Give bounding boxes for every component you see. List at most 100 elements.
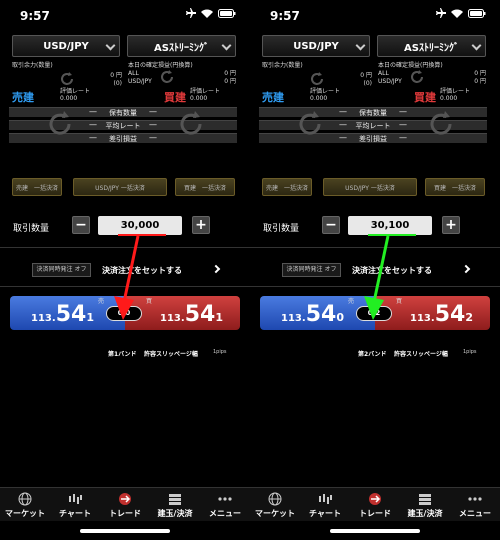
pnl-pair-value: 0 円 xyxy=(474,78,486,85)
dash: — xyxy=(339,107,347,116)
dash: — xyxy=(339,133,347,142)
order-type-dropdown[interactable]: ASｽﾄﾘｰﾐﾝｸﾞ xyxy=(127,35,236,57)
sell-label: 売 xyxy=(348,298,355,305)
chevron-down-icon xyxy=(105,40,116,51)
oco-toggle-button[interactable]: 決済同時発注 オフ xyxy=(282,263,341,277)
band-label: 第1バンド xyxy=(108,351,137,358)
dash: — xyxy=(149,120,157,129)
price-main-figure: 54 xyxy=(184,302,216,327)
currency-pair-value: USD/JPY xyxy=(43,40,89,52)
tab-menu[interactable]: メニュー xyxy=(450,492,500,519)
tab-positions[interactable]: 建玉/決済 xyxy=(400,492,450,519)
candlestick-icon xyxy=(319,494,332,504)
margin-sub-value: (0) xyxy=(113,80,123,87)
quantity-input[interactable]: 30,000 xyxy=(98,216,182,235)
tab-label: トレード xyxy=(109,509,141,518)
sell-bulk-settle-button[interactable]: 売建 一括決済 xyxy=(12,178,62,196)
tab-bar: マーケット チャート トレード 建玉/決済 メニュー xyxy=(250,487,500,521)
sell-eval-rate-value: 0.000 xyxy=(310,95,328,102)
tab-trade[interactable]: トレード xyxy=(100,492,150,519)
slippage-label: 許容スリッページ幅 xyxy=(144,351,198,358)
pair-bulk-settle-button[interactable]: USD/JPY 一括決済 xyxy=(73,178,167,196)
dash: — xyxy=(399,107,407,116)
tab-bar: マーケット チャート トレード 建玉/決済 メニュー xyxy=(0,487,250,521)
battery-icon xyxy=(468,8,486,18)
positions-icon xyxy=(419,494,431,505)
sell-price: 113.541 xyxy=(31,302,94,327)
price-pip-figure: 1 xyxy=(86,311,94,324)
spread-value: 0.2 xyxy=(356,306,392,321)
dash: — xyxy=(149,107,157,116)
pnl-pair-value: 0 円 xyxy=(224,78,236,85)
margin-value: 0 円 xyxy=(110,72,122,79)
divider xyxy=(0,286,250,287)
margin-label: 取引余力(数量) xyxy=(12,62,53,69)
sell-eval-rate-label: 評価レート xyxy=(60,88,91,95)
sell-bulk-settle-button[interactable]: 売建 一括決済 xyxy=(262,178,312,196)
currency-pair-dropdown[interactable]: USD/JPY xyxy=(12,35,120,57)
more-icon xyxy=(218,497,232,501)
divider xyxy=(0,247,250,248)
margin-sub-value: (0) xyxy=(363,80,373,87)
divider xyxy=(250,286,500,287)
more-icon xyxy=(468,497,482,501)
refresh-icon[interactable] xyxy=(310,72,324,86)
quantity-decrement-button[interactable]: − xyxy=(322,216,340,234)
chevron-right-icon[interactable] xyxy=(461,264,471,274)
buy-eval-rate-label: 評価レート xyxy=(190,88,221,95)
order-type-dropdown[interactable]: ASｽﾄﾘｰﾐﾝｸﾞ xyxy=(377,35,486,57)
airplane-icon xyxy=(186,8,196,18)
tab-market[interactable]: マーケット xyxy=(250,492,300,519)
quantity-increment-button[interactable]: + xyxy=(442,216,460,234)
quantity-decrement-button[interactable]: − xyxy=(72,216,90,234)
refresh-icon[interactable] xyxy=(410,70,424,84)
sell-position-title: 売建 xyxy=(12,91,34,104)
set-settlement-order-link[interactable]: 決済注文をセットする xyxy=(352,265,432,276)
refresh-icon[interactable] xyxy=(428,111,454,137)
home-indicator[interactable] xyxy=(80,529,170,533)
buy-eval-rate-value: 0.000 xyxy=(440,95,458,102)
home-indicator[interactable] xyxy=(330,529,420,533)
price-pip-figure: 0 xyxy=(336,311,344,324)
buy-bulk-settle-button[interactable]: 買建 一括決済 xyxy=(175,178,235,196)
refresh-icon[interactable] xyxy=(160,70,174,84)
tab-chart[interactable]: チャート xyxy=(300,492,350,519)
tab-trade[interactable]: トレード xyxy=(350,492,400,519)
dash: — xyxy=(89,120,97,129)
dash: — xyxy=(399,133,407,142)
tab-market[interactable]: マーケット xyxy=(0,492,50,519)
sell-label: 売 xyxy=(98,298,105,305)
tab-chart[interactable]: チャート xyxy=(50,492,100,519)
oco-toggle-button[interactable]: 決済同時発注 オフ xyxy=(32,263,91,277)
status-time: 9:57 xyxy=(20,9,50,23)
refresh-icon[interactable] xyxy=(297,111,323,137)
price-main-figure: 54 xyxy=(55,302,87,327)
tab-label: チャート xyxy=(309,509,341,518)
tab-label: 建玉/決済 xyxy=(157,509,193,518)
refresh-icon[interactable] xyxy=(178,111,204,137)
buy-eval-rate-value: 0.000 xyxy=(190,95,208,102)
slippage-value: 1pips xyxy=(463,349,477,355)
quantity-input[interactable]: 30,100 xyxy=(348,216,432,235)
buy-position-title: 買建 xyxy=(414,91,436,104)
sell-eval-rate-value: 0.000 xyxy=(60,95,78,102)
refresh-icon[interactable] xyxy=(60,72,74,86)
screen-panel-2: 9:57 USD/JPY ASｽﾄﾘｰﾐﾝｸﾞ 取引余力(数量) 0 円 (0)… xyxy=(250,0,500,540)
set-settlement-order-link[interactable]: 決済注文をセットする xyxy=(102,265,182,276)
refresh-icon[interactable] xyxy=(47,111,73,137)
row-label: 平均レート xyxy=(105,121,141,130)
currency-pair-dropdown[interactable]: USD/JPY xyxy=(262,35,370,57)
price-pip-figure: 1 xyxy=(215,311,223,324)
chevron-right-icon[interactable] xyxy=(211,264,221,274)
quantity-label: 取引数量 xyxy=(263,224,300,234)
buy-bulk-settle-button[interactable]: 買建 一括決済 xyxy=(425,178,485,196)
tab-label: マーケット xyxy=(255,509,295,518)
currency-pair-value: USD/JPY xyxy=(293,40,339,52)
tab-positions[interactable]: 建玉/決済 xyxy=(150,492,200,519)
quantity-increment-button[interactable]: + xyxy=(192,216,210,234)
airplane-icon xyxy=(436,8,446,18)
sell-eval-rate-label: 評価レート xyxy=(310,88,341,95)
pair-bulk-settle-button[interactable]: USD/JPY 一括決済 xyxy=(323,178,417,196)
tab-menu[interactable]: メニュー xyxy=(200,492,250,519)
pnl-all-value: 0 円 xyxy=(474,70,486,77)
